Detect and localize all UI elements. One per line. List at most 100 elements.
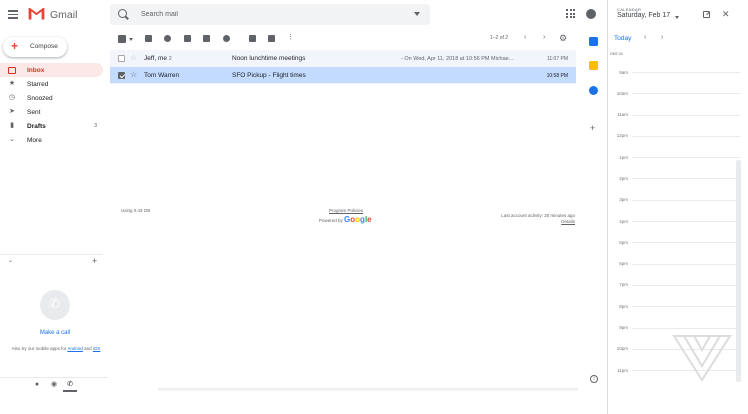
search-bar[interactable] xyxy=(110,4,430,25)
sender-name: Jeff, me xyxy=(144,55,168,62)
hour-slot[interactable]: 3pm xyxy=(608,190,740,211)
hour-slot[interactable]: 12pm xyxy=(608,126,740,147)
date-dropdown-caret-icon[interactable] xyxy=(675,16,679,19)
mobile-apps-prefix: Also try our mobile apps for xyxy=(11,346,67,351)
report-spam-icon[interactable] xyxy=(164,35,171,42)
hour-divider xyxy=(632,72,740,73)
email-subject: SFO Pickup - Flight times xyxy=(232,72,306,79)
hour-slot[interactable]: 6pm xyxy=(608,254,740,275)
calendar-date-picker[interactable]: Saturday, Feb 17 xyxy=(617,12,670,19)
row-checkbox[interactable] xyxy=(118,55,125,62)
row-checkbox[interactable] xyxy=(118,72,125,79)
hour-divider xyxy=(632,263,740,265)
star-toggle-icon[interactable]: ☆ xyxy=(130,53,137,63)
last-account-activity: Last account activity: 20 minutes ago xyxy=(501,213,575,218)
sidebar-item-label: Inbox xyxy=(27,66,45,74)
hour-slot[interactable]: 9am xyxy=(608,62,740,83)
hour-slot[interactable]: 5pm xyxy=(608,232,740,253)
keep-addon-icon[interactable] xyxy=(589,61,598,70)
sidebar-item-more[interactable]: ⌄ More xyxy=(0,133,103,147)
hangouts-user-caret-icon[interactable]: ⌄ xyxy=(8,257,13,264)
info-icon[interactable]: i xyxy=(590,375,598,383)
newer-chevron-icon[interactable]: ‹ xyxy=(524,34,526,42)
next-day-chevron-icon[interactable]: › xyxy=(661,34,663,42)
hour-label: 5pm xyxy=(619,239,628,245)
previous-day-chevron-icon[interactable]: ‹ xyxy=(644,34,646,42)
settings-gear-icon[interactable]: ⚙ xyxy=(559,33,567,43)
and-text: and xyxy=(84,346,92,351)
thread-count: 2 xyxy=(168,56,172,62)
sidebar-item-label: Snoozed xyxy=(27,94,53,102)
close-icon[interactable]: ✕ xyxy=(722,9,730,19)
calendar-scrollbar[interactable] xyxy=(736,160,741,382)
email-row[interactable]: ☆ Jeff, me 2 Noon lunchtime meetings - O… xyxy=(110,50,576,67)
compose-button[interactable]: + Compose xyxy=(3,37,67,57)
select-options-caret-icon[interactable] xyxy=(129,38,133,41)
sidebar-item-inbox[interactable]: Inbox xyxy=(0,63,103,77)
sidebar-item-label: Starred xyxy=(27,80,49,88)
email-row[interactable]: ☆ Tom Warren SFO Pickup - Flight times 1… xyxy=(110,67,576,84)
hour-slot[interactable]: 4pm xyxy=(608,211,740,232)
sidebar-item-label: Drafts xyxy=(27,122,46,130)
today-button[interactable]: Today xyxy=(614,35,631,42)
sidebar-item-starred[interactable]: ★ Starred xyxy=(0,77,103,91)
hour-label: 10am xyxy=(616,90,628,96)
hour-divider xyxy=(632,242,740,244)
tasks-addon-icon[interactable] xyxy=(589,86,598,95)
label-icon[interactable] xyxy=(268,35,275,42)
select-all-checkbox[interactable] xyxy=(118,35,126,43)
search-input[interactable] xyxy=(141,8,401,21)
hour-slot[interactable]: 11am xyxy=(608,105,740,126)
hour-slot[interactable]: 7pm xyxy=(608,275,740,296)
powered-by-google: Powered by Google xyxy=(319,215,372,224)
sidebar-item-snoozed[interactable]: ◷ Snoozed xyxy=(0,91,103,105)
storage-usage[interactable]: Using 0.43 GB xyxy=(121,208,150,213)
phone-call-illustration: ✆ xyxy=(40,290,70,320)
hour-label: 6pm xyxy=(619,261,628,267)
calendar-addon-icon[interactable] xyxy=(589,37,598,46)
older-chevron-icon[interactable]: › xyxy=(543,34,545,42)
hour-label: 11pm xyxy=(617,367,628,373)
star-icon: ★ xyxy=(8,80,16,87)
chat-bubble-icon[interactable]: ◉ xyxy=(50,381,58,389)
google-apps-icon[interactable] xyxy=(566,9,575,18)
hour-slot[interactable]: 1pm xyxy=(608,147,740,168)
search-icon[interactable] xyxy=(118,9,127,18)
delete-icon[interactable] xyxy=(184,35,191,42)
program-policies-link[interactable]: Program Policies xyxy=(329,208,363,213)
archive-icon[interactable] xyxy=(145,35,152,42)
hour-slot[interactable]: 10am xyxy=(608,83,740,104)
android-link[interactable]: Android xyxy=(67,346,83,351)
new-conversation-plus-icon[interactable]: + xyxy=(92,256,97,266)
ios-link[interactable]: iOS xyxy=(93,346,101,351)
timezone-label: GMT-04 xyxy=(610,52,623,56)
search-options-caret-icon[interactable] xyxy=(414,12,420,16)
email-subject: Noon lunchtime meetings xyxy=(232,55,306,62)
gmail-logo-icon[interactable] xyxy=(28,7,45,20)
open-in-new-tab-icon[interactable] xyxy=(703,11,710,18)
hour-divider xyxy=(632,327,740,329)
snooze-icon[interactable] xyxy=(223,35,230,42)
person-icon[interactable]: ● xyxy=(33,381,41,389)
email-subject-text: SFO Pickup xyxy=(232,72,267,79)
make-a-call-link[interactable]: Make a call xyxy=(0,330,110,336)
phone-tab-icon[interactable]: ✆ xyxy=(66,381,74,389)
mark-unread-icon[interactable] xyxy=(203,35,210,42)
draft-icon: ▮ xyxy=(10,122,14,129)
chevron-down-icon: ⌄ xyxy=(9,136,15,143)
more-actions-icon[interactable]: ⋮ xyxy=(287,34,294,42)
main-panel-bottom-edge xyxy=(158,388,578,392)
move-to-icon[interactable] xyxy=(249,35,256,42)
active-tab-indicator xyxy=(63,390,77,392)
get-addons-plus-icon[interactable]: + xyxy=(590,123,595,133)
hour-slot[interactable]: 2pm xyxy=(608,168,740,189)
main-menu-icon[interactable] xyxy=(8,10,18,19)
gmail-wordmark[interactable]: Gmail xyxy=(50,9,77,21)
email-time: 10:58 PM xyxy=(546,72,568,79)
hour-slot[interactable]: 8pm xyxy=(608,296,740,317)
sidebar-item-drafts[interactable]: ▮ Drafts 3 xyxy=(0,119,103,133)
star-toggle-icon[interactable]: ☆ xyxy=(130,70,137,80)
details-link[interactable]: Details xyxy=(561,219,575,224)
account-avatar[interactable] xyxy=(586,9,596,19)
sidebar-item-sent[interactable]: ➤ Sent xyxy=(0,105,103,119)
